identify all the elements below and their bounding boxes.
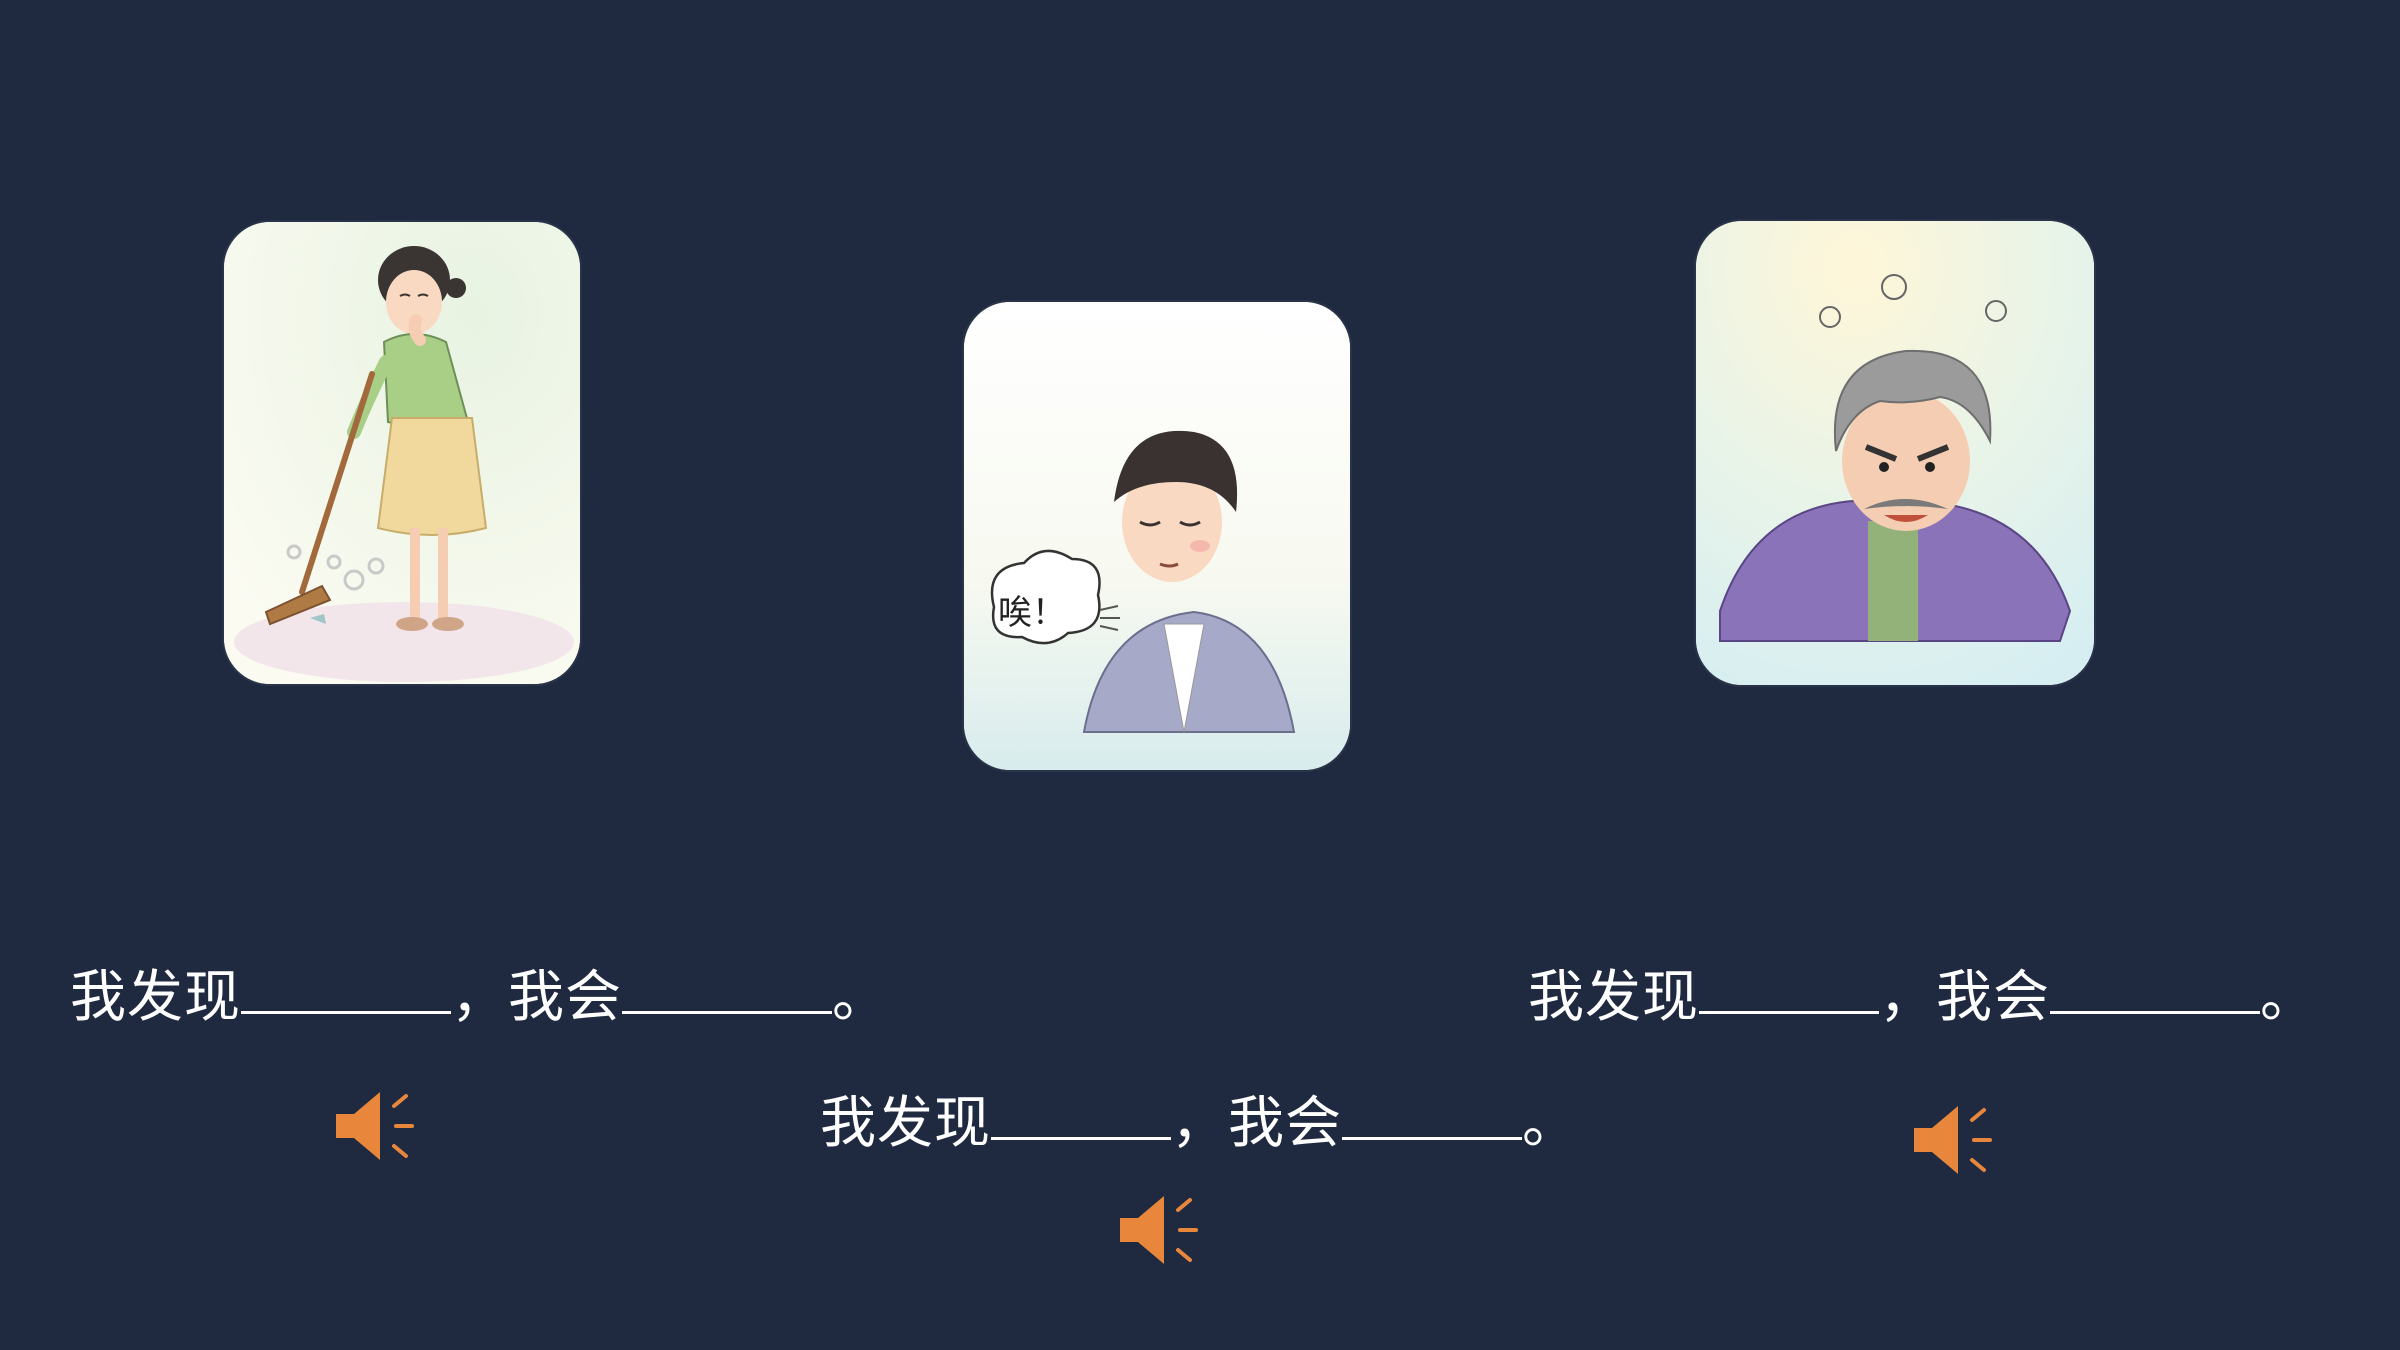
- sentence-comma: ，: [1879, 965, 1936, 1030]
- bubble-text: 唉！: [998, 593, 1066, 633]
- man-sighing-icon: 唉！: [964, 302, 1350, 770]
- answer-blank-2[interactable]: [622, 1010, 832, 1014]
- angry-grandfather-icon: [1696, 221, 2094, 685]
- answer-blank-1[interactable]: [1699, 1010, 1879, 1014]
- answer-blank-1[interactable]: [991, 1136, 1171, 1140]
- slide: 唉！ 我发现 ，我会 。 我发现 ，我会 。 我发现 ，我会 。: [0, 0, 2400, 1350]
- answer-blank-2[interactable]: [1342, 1136, 1522, 1140]
- angry-grandfather-illustration: [1696, 221, 2094, 685]
- sentence-prefix: 我发现: [820, 1091, 991, 1156]
- speaker-icon[interactable]: [332, 1086, 418, 1166]
- fill-in-sentence-2: 我发现 ，我会。: [820, 1096, 1579, 1152]
- sentence-middle: 我会: [508, 965, 622, 1030]
- sentence-middle: 我会: [1228, 1091, 1342, 1156]
- sentence-period: 。: [2260, 965, 2317, 1030]
- fill-in-sentence-1: 我发现 ，我会。: [70, 970, 889, 1026]
- sentence-prefix: 我发现: [70, 965, 241, 1030]
- fill-in-sentence-3: 我发现 ，我会。: [1528, 970, 2317, 1026]
- sentence-comma: ，: [451, 965, 508, 1030]
- answer-blank-1[interactable]: [241, 1010, 451, 1014]
- sentence-middle: 我会: [1936, 965, 2050, 1030]
- woman-sweeping-icon: [224, 222, 580, 684]
- sentence-period: 。: [1522, 1091, 1579, 1156]
- man-sighing-illustration: 唉！: [964, 302, 1350, 770]
- sentence-prefix: 我发现: [1528, 965, 1699, 1030]
- woman-sweeping-illustration: [224, 222, 580, 684]
- speaker-icon[interactable]: [1116, 1190, 1202, 1270]
- speaker-icon[interactable]: [1910, 1100, 1996, 1180]
- sentence-comma: ，: [1171, 1091, 1228, 1156]
- sentence-period: 。: [832, 965, 889, 1030]
- answer-blank-2[interactable]: [2050, 1010, 2260, 1014]
